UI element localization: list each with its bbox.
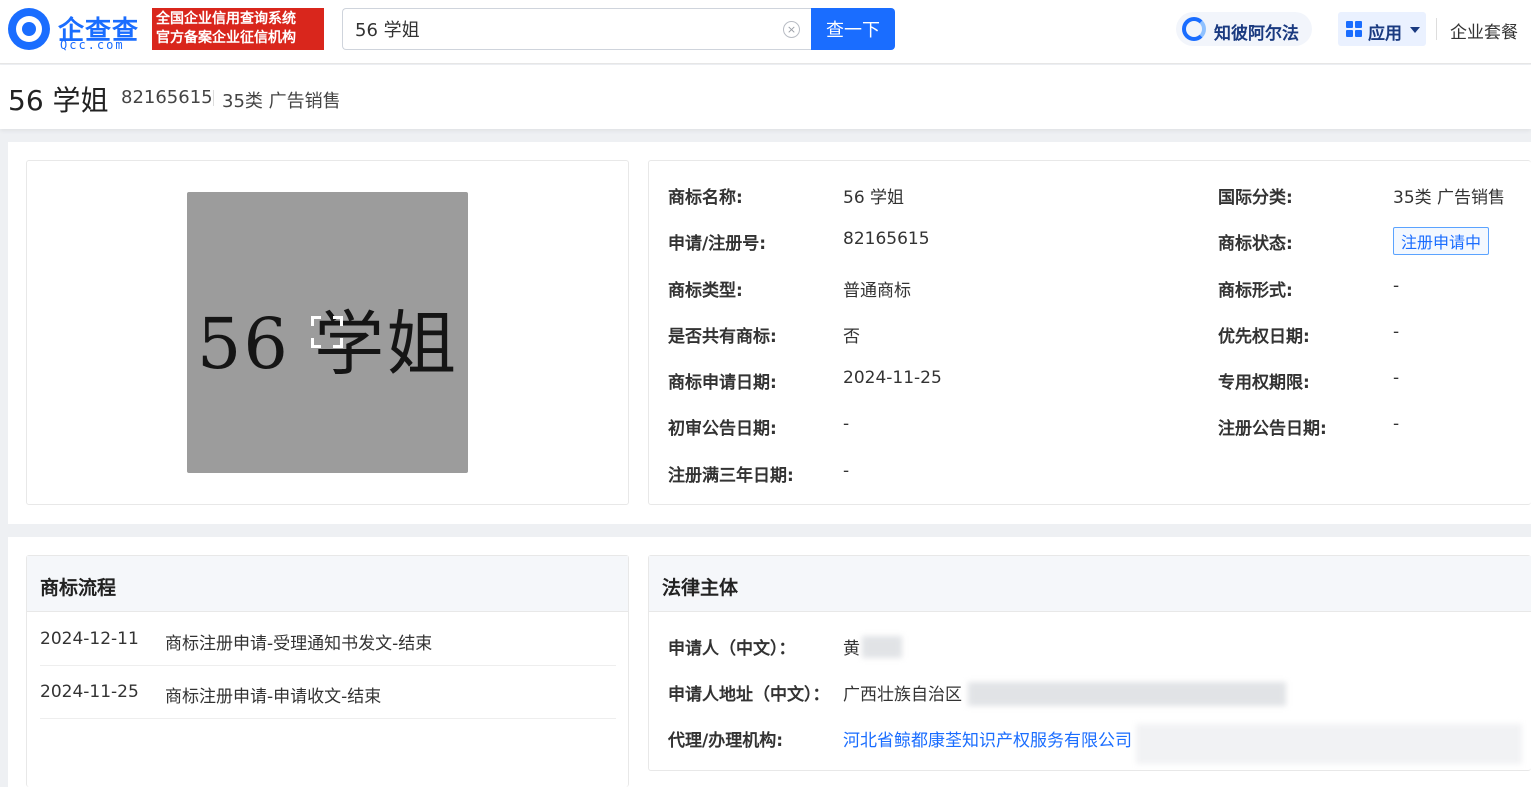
info-label: 商标名称:	[668, 188, 743, 208]
info-label: 商标形式:	[1218, 281, 1293, 301]
flow-title: 商标流程	[40, 577, 117, 599]
registration-number: 82165615	[121, 87, 213, 108]
apps-menu-button[interactable]: 应用	[1338, 12, 1426, 46]
enterprise-suite-link[interactable]: 企业套餐	[1450, 18, 1518, 43]
page-title: 56 学姐	[8, 84, 109, 117]
info-label: 商标类型:	[668, 281, 743, 301]
logo-icon	[8, 8, 50, 50]
info-value: 56 学姐	[843, 188, 905, 208]
legal-title: 法律主体	[662, 577, 739, 599]
info-label: 初审公告日期:	[668, 419, 777, 439]
info-value: -	[1393, 276, 1400, 296]
qcc-logo[interactable]: 企查查 Qcc.com	[8, 8, 148, 52]
status-badge: 注册申请中	[1393, 227, 1490, 255]
grid-icon	[1346, 21, 1362, 37]
title-divider	[213, 90, 214, 106]
info-value: 普通商标	[843, 281, 911, 301]
info-label: 国际分类:	[1218, 188, 1293, 208]
info-value: -	[1393, 414, 1400, 434]
alpha-logo-icon	[1182, 17, 1206, 41]
badge-line-2: 官方备案企业征信机构	[156, 30, 296, 46]
card-header: 商标流程	[27, 556, 628, 612]
zhibi-label: 知彼阿尔法	[1214, 24, 1299, 44]
applicant-value: 黄	[843, 639, 860, 659]
flow-date: 2024-12-11	[40, 629, 139, 649]
info-value: 否	[843, 327, 860, 347]
info-value: -	[843, 414, 850, 434]
info-label: 商标申请日期:	[668, 373, 777, 393]
agent-link[interactable]: 河北省鲸都康荃知识产权服务有限公司	[843, 726, 1132, 751]
search-input[interactable]	[343, 9, 763, 49]
card-header: 法律主体	[649, 556, 1531, 612]
flow-date: 2024-11-25	[40, 682, 139, 702]
info-label: 商标状态:	[1218, 234, 1293, 254]
info-value: 2024-11-25	[843, 368, 942, 388]
expand-icon[interactable]	[311, 316, 343, 348]
applicant-label: 申请人（中文）：	[668, 639, 796, 659]
info-value: 35类 广告销售	[1393, 188, 1506, 208]
info-label: 注册公告日期:	[1218, 419, 1327, 439]
chevron-down-icon	[1410, 27, 1420, 33]
info-value: -	[1393, 368, 1400, 388]
class-label: 35类 广告销售	[222, 91, 341, 112]
redaction-blur	[862, 636, 902, 658]
info-value: 82165615	[843, 229, 930, 249]
flow-desc: 商标注册申请-受理通知书发文-结束	[165, 634, 433, 654]
badge-line-1: 全国企业信用查询系统	[156, 11, 296, 27]
apps-label: 应用	[1368, 24, 1402, 44]
info-label: 注册满三年日期:	[668, 466, 794, 486]
trademark-title-bar: 56 学姐 82165615 35类 广告销售	[0, 65, 1531, 129]
trademark-image[interactable]: 56 学姐	[187, 192, 468, 473]
applicant-address-value: 广西壮族自治区	[843, 685, 962, 705]
flow-desc: 商标注册申请-申请收文-结束	[165, 687, 382, 707]
credit-badge: 全国企业信用查询系统 官方备案企业征信机构	[152, 8, 324, 50]
zhibi-alpha-button[interactable]: 知彼阿尔法	[1176, 12, 1312, 46]
info-value: -	[843, 461, 850, 481]
flow-item: 2024-11-25 商标注册申请-申请收文-结束	[40, 666, 616, 719]
search-button[interactable]: 查一下	[811, 8, 895, 50]
info-label: 优先权日期:	[1218, 327, 1310, 347]
info-value: -	[1393, 322, 1400, 342]
flow-item: 2024-12-11 商标注册申请-受理通知书发文-结束	[40, 613, 616, 666]
clear-icon[interactable]: ×	[783, 21, 800, 38]
top-nav-bar: 企查查 Qcc.com 全国企业信用查询系统 官方备案企业征信机构 × 查一下 …	[0, 0, 1531, 64]
search-box: ×	[342, 8, 812, 50]
info-label: 申请/注册号:	[668, 234, 767, 254]
applicant-address-label: 申请人地址（中文）：	[668, 685, 830, 705]
info-label: 是否共有商标:	[668, 327, 777, 347]
agent-label: 代理/办理机构:	[668, 731, 784, 751]
info-label: 专用权期限:	[1218, 373, 1310, 393]
redaction-blur	[968, 682, 1286, 706]
nav-divider	[1436, 18, 1437, 40]
redaction-blur	[1136, 724, 1522, 764]
logo-subtext: Qcc.com	[60, 38, 125, 52]
trademark-flow-card: 商标流程 2024-12-11 商标注册申请-受理通知书发文-结束 2024-1…	[26, 555, 629, 787]
